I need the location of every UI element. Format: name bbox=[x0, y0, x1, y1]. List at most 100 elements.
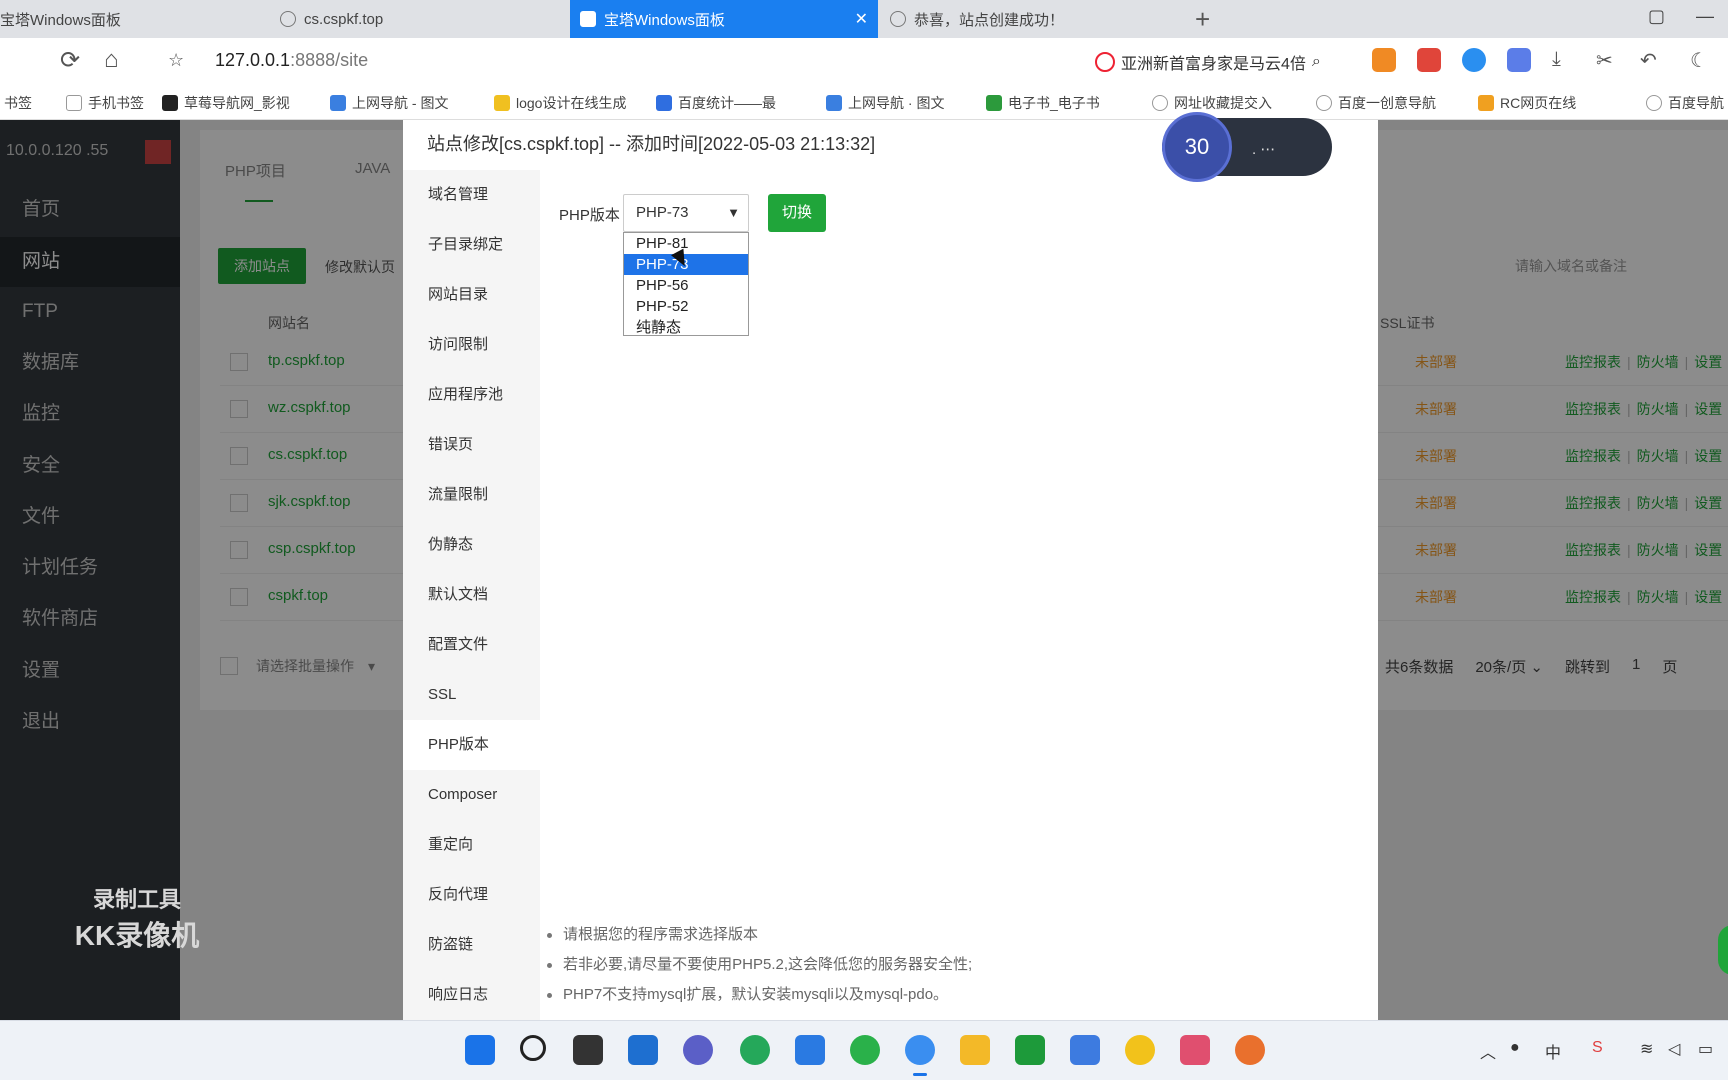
recorder-watermark: 录制工具 KK录像机 bbox=[62, 882, 212, 954]
menu-error-page[interactable]: 错误页 bbox=[403, 420, 540, 470]
bookmark-item[interactable]: 电子书_电子书 bbox=[986, 93, 1100, 113]
windows-start-icon[interactable] bbox=[465, 1035, 495, 1065]
note-item: 若非必要,请尽量不要使用PHP5.2,这会降低您的服务器安全性; bbox=[543, 950, 1343, 980]
home-icon[interactable]: ⌂ bbox=[104, 46, 119, 74]
edge-icon[interactable] bbox=[740, 1035, 770, 1065]
search-icon[interactable] bbox=[520, 1035, 546, 1061]
bookmark-item[interactable]: 上网导航 - 图文 bbox=[330, 93, 448, 113]
chevron-up-icon[interactable]: ︿ bbox=[1480, 1039, 1496, 1063]
mail-icon[interactable] bbox=[795, 1035, 825, 1065]
wifi-icon[interactable]: ≋ bbox=[1640, 1039, 1653, 1059]
bookmark-item[interactable]: 百度一创意导航 bbox=[1316, 93, 1436, 113]
globe-icon bbox=[1646, 95, 1662, 111]
menu-hotlink[interactable]: 防盗链 bbox=[403, 920, 540, 970]
bookmark-item[interactable]: 上网导航 · 图文 bbox=[826, 93, 944, 113]
globe-icon bbox=[1316, 95, 1332, 111]
menu-config-file[interactable]: 配置文件 bbox=[403, 620, 540, 670]
security-guard-icon[interactable] bbox=[1125, 1035, 1155, 1065]
option-php-81[interactable]: PHP-81 bbox=[624, 233, 748, 254]
menu-default-doc[interactable]: 默认文档 bbox=[403, 570, 540, 620]
menu-subdir[interactable]: 子目录绑定 bbox=[403, 220, 540, 270]
bookmark-item[interactable]: 百度统计——最 bbox=[656, 93, 776, 113]
bookmark-item[interactable]: logo设计在线生成 bbox=[494, 93, 626, 113]
site-icon bbox=[330, 95, 346, 111]
volume-icon[interactable]: ◁ bbox=[1668, 1039, 1680, 1059]
close-icon[interactable]: ✕ bbox=[855, 9, 868, 29]
undo-icon[interactable]: ↶ bbox=[1640, 48, 1657, 73]
folder-icon[interactable] bbox=[960, 1035, 990, 1065]
chat-icon[interactable] bbox=[683, 1035, 713, 1065]
app-store-icon[interactable] bbox=[1180, 1035, 1210, 1065]
sogou-icon[interactable]: S bbox=[1592, 1039, 1603, 1057]
recorder-timer[interactable]: 30 bbox=[1162, 112, 1232, 182]
shield-icon bbox=[580, 11, 596, 27]
moon-icon[interactable]: ☾ bbox=[1690, 48, 1708, 73]
site-icon bbox=[1478, 95, 1494, 111]
bookmark-item[interactable]: RC网页在线 bbox=[1478, 93, 1576, 113]
dialog-title: 站点修改[cs.cspkf.top] -- 添加时间[2022-05-03 21… bbox=[427, 134, 876, 154]
menu-traffic-limit[interactable]: 流量限制 bbox=[403, 470, 540, 520]
shirt-icon[interactable]: ▢ bbox=[1648, 6, 1665, 27]
extension-icon[interactable] bbox=[1462, 48, 1486, 72]
task-view-icon[interactable] bbox=[573, 1035, 603, 1065]
menu-access-limit[interactable]: 访问限制 bbox=[403, 320, 540, 370]
bookmark-item[interactable]: 书签 bbox=[4, 93, 32, 113]
bookmark-label: 百度统计——最 bbox=[678, 95, 776, 111]
menu-reverse-proxy[interactable]: 反向代理 bbox=[403, 870, 540, 920]
menu-php-version[interactable]: PHP版本 bbox=[403, 720, 540, 770]
menu-rewrite[interactable]: 伪静态 bbox=[403, 520, 540, 570]
dialog-menu: 域名管理 子目录绑定 网站目录 访问限制 应用程序池 错误页 流量限制 伪静态 … bbox=[403, 170, 540, 1020]
search-suggestion[interactable]: 亚洲新首富身家是马云4倍 ⌕ bbox=[1095, 50, 1321, 74]
menu-ssl[interactable]: SSL bbox=[403, 670, 540, 720]
globe-icon bbox=[890, 11, 906, 27]
menu-app-pool[interactable]: 应用程序池 bbox=[403, 370, 540, 420]
search-icon[interactable]: ⌕ bbox=[1312, 53, 1321, 71]
option-php-52[interactable]: PHP-52 bbox=[624, 296, 748, 317]
option-php-56[interactable]: PHP-56 bbox=[624, 275, 748, 296]
browser-tab-bar: 宝塔Windows面板 cs.cspkf.top 宝塔Windows面板 ✕ 恭… bbox=[0, 0, 1728, 38]
tab-label: cs.cspkf.top bbox=[304, 10, 384, 28]
bookmark-item[interactable]: 草莓导航网_影视 bbox=[162, 93, 290, 113]
browser-tab-active[interactable]: 宝塔Windows面板 ✕ bbox=[570, 0, 878, 38]
wechat-icon[interactable] bbox=[850, 1035, 880, 1065]
site-icon bbox=[162, 95, 178, 111]
search-suggestion-text: 亚洲新首富身家是马云4倍 bbox=[1121, 56, 1306, 73]
input-method-icon[interactable]: 中 bbox=[1545, 1039, 1561, 1063]
recorder-app-icon[interactable] bbox=[1235, 1035, 1265, 1065]
refresh-icon[interactable]: ⟳ bbox=[60, 46, 80, 75]
widgets-icon[interactable] bbox=[628, 1035, 658, 1065]
browser-icon[interactable] bbox=[905, 1035, 935, 1076]
menu-composer[interactable]: Composer bbox=[403, 770, 540, 820]
star-icon[interactable]: ☆ bbox=[168, 50, 184, 71]
menu-redirect[interactable]: 重定向 bbox=[403, 820, 540, 870]
bookmark-label: 百度导航 bbox=[1668, 95, 1724, 111]
bookmark-item[interactable]: 网址收藏提交入 bbox=[1152, 93, 1272, 113]
bookmark-item[interactable]: 百度导航 bbox=[1646, 93, 1724, 113]
battery-icon[interactable]: ▭ bbox=[1698, 1039, 1713, 1059]
php-version-select[interactable]: PHP-73 ▼ bbox=[623, 194, 749, 232]
browser-tab[interactable]: cs.cspkf.top bbox=[270, 0, 570, 38]
notepad-icon[interactable] bbox=[1070, 1035, 1100, 1065]
cut-icon[interactable]: ✂ bbox=[1596, 48, 1613, 73]
url-host: 127.0.0.1 bbox=[215, 50, 291, 70]
book-icon bbox=[986, 95, 1002, 111]
menu-domain[interactable]: 域名管理 bbox=[403, 170, 540, 220]
bookmark-item[interactable]: 手机书签 bbox=[66, 93, 144, 113]
switch-button[interactable]: 切换 bbox=[768, 194, 826, 232]
option-static[interactable]: 纯静态 bbox=[624, 317, 748, 335]
download-icon[interactable]: ⤓ bbox=[1552, 48, 1561, 71]
minimize-icon[interactable]: — bbox=[1696, 6, 1714, 27]
qq-icon[interactable]: ● bbox=[1510, 1039, 1520, 1057]
recorder-menu-icon[interactable]: . ⋯ bbox=[1252, 140, 1275, 158]
url-field[interactable]: 127.0.0.1:8888/site bbox=[215, 50, 368, 71]
menu-site-dir[interactable]: 网站目录 bbox=[403, 270, 540, 320]
browser-tab[interactable]: 宝塔Windows面板 bbox=[0, 0, 260, 38]
bt-panel-icon[interactable] bbox=[1015, 1035, 1045, 1065]
new-tab-button[interactable]: + bbox=[1195, 4, 1210, 35]
floating-chat-icon[interactable] bbox=[1718, 925, 1728, 975]
extension-icon[interactable] bbox=[1372, 48, 1396, 72]
extension-icon[interactable] bbox=[1507, 48, 1531, 72]
browser-tab[interactable]: 恭喜，站点创建成功！ bbox=[880, 0, 1180, 38]
extension-icon[interactable] bbox=[1417, 48, 1441, 72]
menu-response-log[interactable]: 响应日志 bbox=[403, 970, 540, 1020]
